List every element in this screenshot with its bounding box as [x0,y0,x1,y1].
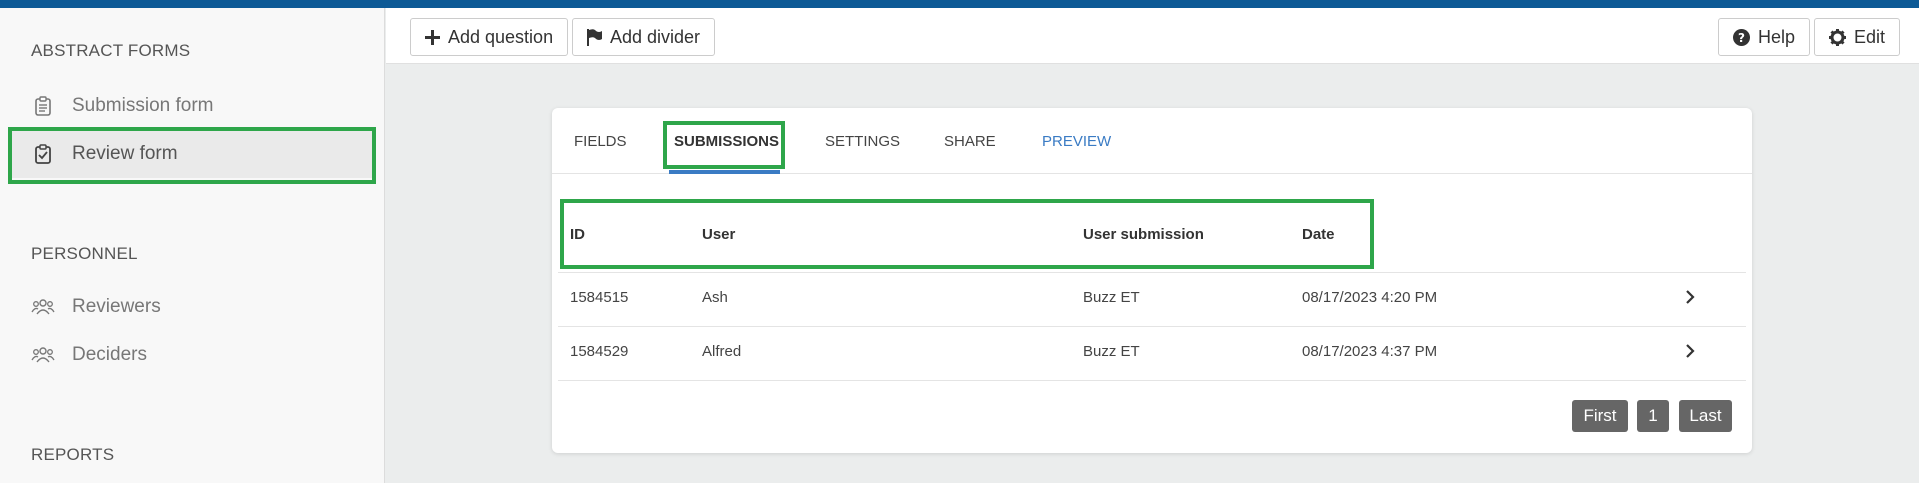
tab-preview[interactable]: PREVIEW [1042,108,1111,174]
cell-user: Alfred [702,343,742,360]
users-icon [30,342,56,368]
tab-bar: FIELDS SUBMISSIONS SETTINGS SHARE PREVIE… [552,108,1752,174]
toolbar: Add question Add divider ? Help Edit [386,8,1919,64]
help-button[interactable]: ? Help [1718,18,1811,56]
section-title-abstract-forms: ABSTRACT FORMS [31,41,191,60]
column-header-id[interactable]: ID [570,226,585,243]
row-divider [558,380,1746,381]
edit-label: Edit [1854,26,1886,47]
sidebar-item-deciders[interactable]: Deciders [10,331,374,379]
svg-text:?: ? [1738,31,1745,45]
cell-user-submission: Buzz ET [1083,343,1140,360]
column-header-date[interactable]: Date [1302,226,1335,243]
cell-user: Ash [702,289,728,306]
add-divider-button[interactable]: Add divider [572,18,716,56]
add-question-label: Add question [448,26,554,47]
cell-date: 08/17/2023 4:37 PM [1302,343,1438,360]
section-title-personnel: PERSONNEL [31,244,138,263]
tab-fields[interactable]: FIELDS [574,108,627,174]
chevron-right-icon[interactable] [1685,289,1695,305]
cell-id: 1584529 [570,343,629,360]
row-divider [558,326,1746,327]
help-label: Help [1758,26,1796,47]
add-divider-label: Add divider [610,26,701,47]
tab-share[interactable]: SHARE [944,108,996,174]
form-card: FIELDS SUBMISSIONS SETTINGS SHARE PREVIE… [552,108,1752,453]
gear-icon [1829,28,1846,46]
pagination-page-button[interactable]: 1 [1637,400,1669,432]
users-icon [30,294,56,320]
clipboard-check-icon [30,141,56,167]
sidebar-item-label: Reviewers [72,296,161,317]
sidebar-item-label: Review form [72,143,178,164]
column-header-user-submission[interactable]: User submission [1083,226,1204,243]
clipboard-list-icon [30,93,56,119]
cell-id: 1584515 [570,289,629,306]
question-circle-icon: ? [1733,28,1750,46]
cell-date: 08/17/2023 4:20 PM [1302,289,1438,306]
active-tab-indicator [669,170,780,174]
sidebar-item-label: Submission form [72,95,214,116]
chevron-right-icon[interactable] [1685,343,1695,359]
sidebar: ABSTRACT FORMS Submission form Review fo… [0,8,385,483]
edit-button[interactable]: Edit [1814,18,1901,56]
add-question-button[interactable]: Add question [410,18,569,56]
flag-icon [587,28,602,46]
row-divider [558,272,1746,273]
cell-user-submission: Buzz ET [1083,289,1140,306]
pagination-last-button[interactable]: Last [1679,400,1732,432]
sidebar-item-submission-form[interactable]: Submission form [10,82,374,130]
top-accent-bar [0,0,1919,8]
tab-settings[interactable]: SETTINGS [825,108,900,174]
section-title-reports: REPORTS [31,445,115,464]
sidebar-item-label: Deciders [72,344,147,365]
tab-submissions[interactable]: SUBMISSIONS [674,108,779,174]
plus-icon [425,29,440,45]
sidebar-item-reviewers[interactable]: Reviewers [10,283,374,331]
column-header-user[interactable]: User [702,226,735,243]
sidebar-item-review-form[interactable]: Review form [10,130,374,178]
pagination-first-button[interactable]: First [1572,400,1628,432]
